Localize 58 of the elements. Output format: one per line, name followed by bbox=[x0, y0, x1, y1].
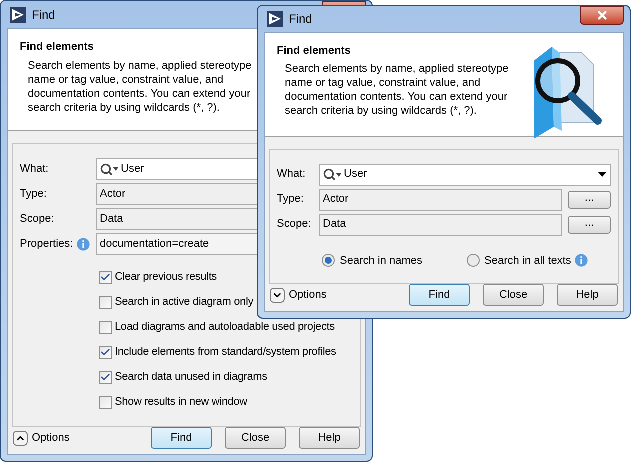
info-icon bbox=[575, 254, 588, 268]
field-label: Properties: bbox=[20, 236, 74, 252]
search-icon bbox=[100, 162, 119, 176]
radio-button[interactable] bbox=[322, 254, 335, 268]
header-title: Find elements bbox=[277, 44, 351, 58]
checkbox-option[interactable]: Show results in new window bbox=[99, 393, 248, 412]
dialog-button[interactable]: Find bbox=[151, 427, 212, 449]
checkbox-option[interactable]: Load diagrams and autoloadable used projects bbox=[99, 318, 335, 337]
dialog-button[interactable]: Help bbox=[299, 427, 360, 449]
checkbox-option[interactable]: Search data unused in diagrams bbox=[99, 368, 268, 387]
checkbox-option[interactable]: Include elements from standard/system profiles bbox=[99, 343, 336, 362]
window-title: Find bbox=[289, 10, 312, 28]
chevron-down-icon bbox=[270, 288, 285, 302]
dropdown-arrow-icon bbox=[598, 172, 607, 177]
text-field[interactable]: Data bbox=[319, 214, 562, 236]
field-value: Actor bbox=[323, 192, 349, 208]
app-icon bbox=[10, 6, 26, 22]
header-title: Find elements bbox=[20, 40, 94, 55]
checkbox[interactable] bbox=[99, 346, 112, 359]
field-value: Actor bbox=[100, 186, 126, 202]
text-field[interactable]: Actor bbox=[319, 188, 562, 210]
field-value: User bbox=[121, 162, 144, 177]
app-icon bbox=[267, 10, 283, 27]
radio-option[interactable]: Search in all texts bbox=[466, 252, 572, 269]
close-icon bbox=[596, 9, 608, 22]
checkbox-option[interactable]: Search in active diagram only bbox=[99, 293, 254, 312]
search-icon bbox=[323, 168, 342, 181]
field-label: Type: bbox=[20, 186, 47, 202]
close-button[interactable] bbox=[580, 6, 624, 25]
field-label: What: bbox=[277, 167, 306, 182]
search-combo-box[interactable]: User bbox=[319, 164, 611, 186]
browse-button[interactable]: ... bbox=[568, 190, 611, 208]
chevron-up-icon bbox=[13, 430, 28, 446]
checkbox[interactable] bbox=[99, 396, 112, 409]
dialog-button[interactable]: Find bbox=[409, 284, 470, 306]
checkbox[interactable] bbox=[99, 321, 112, 334]
checkbox[interactable] bbox=[99, 296, 112, 309]
header-description: Search elements by name, applied stereotype name or tag value, constraint value, and documentation contents. You can extend your search criteria by using wildcards (*, ?). bbox=[27, 58, 253, 114]
field-label: Type: bbox=[277, 192, 304, 208]
radio-option[interactable]: Search in names bbox=[322, 252, 423, 269]
radio-button[interactable] bbox=[466, 254, 480, 268]
field-value: Data bbox=[323, 217, 346, 232]
checkbox[interactable] bbox=[99, 271, 112, 284]
field-label: Scope: bbox=[277, 217, 312, 232]
dialog-button[interactable]: Close bbox=[483, 284, 544, 306]
checkbox-option[interactable]: Clear previous results bbox=[99, 268, 217, 287]
browse-button[interactable]: ... bbox=[568, 216, 611, 234]
header-description: Search elements by name, applied stereotype name or tag value, constraint value, and documentation contents. You can extend your search criteria by using wildcards (*, ?). bbox=[284, 62, 510, 118]
field-label: Scope: bbox=[20, 212, 54, 227]
options-toggle[interactable]: Options bbox=[270, 286, 327, 304]
field-value: documentation=create bbox=[100, 236, 210, 252]
dialog-button[interactable]: Help bbox=[557, 284, 618, 306]
checkbox[interactable] bbox=[99, 371, 112, 384]
field-label: What: bbox=[20, 162, 49, 177]
window-title: Find bbox=[32, 6, 56, 24]
dialog-button[interactable]: Close bbox=[225, 427, 286, 449]
options-toggle[interactable]: Options bbox=[13, 430, 70, 446]
field-value: Data bbox=[100, 212, 124, 227]
